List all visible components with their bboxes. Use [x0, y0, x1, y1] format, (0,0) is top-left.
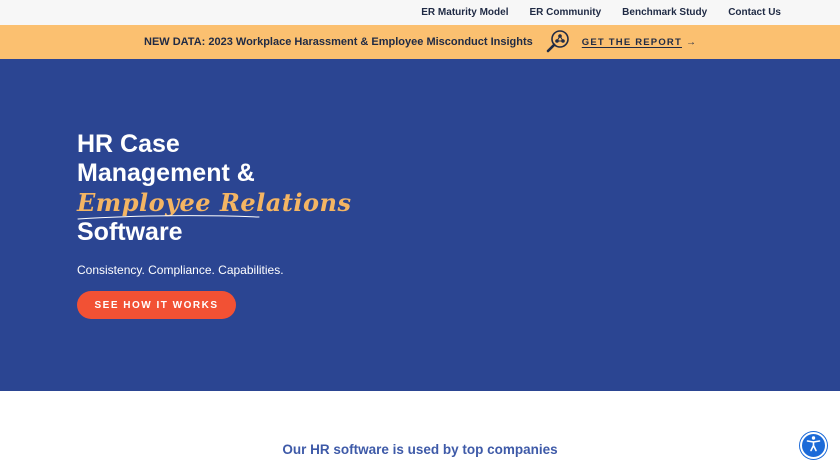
magnifier-network-icon: [545, 29, 571, 55]
hero-section: HR Case Management & Employee Relations …: [0, 59, 840, 391]
clients-heading: Our HR software is used by top companies: [282, 442, 558, 457]
hero-title-script-text: Employee Relations: [77, 188, 352, 217]
accessibility-icon: [805, 435, 822, 457]
accessibility-button[interactable]: [800, 432, 827, 459]
hero-title-line1: HR Case: [77, 130, 180, 158]
arrow-right-icon: →: [685, 36, 696, 48]
nav-link-contact-us[interactable]: Contact Us: [728, 7, 781, 18]
see-how-it-works-button[interactable]: SEE HOW IT WORKS: [77, 291, 236, 319]
hero-title-script: Employee Relations: [77, 188, 352, 220]
hero-title-line2: Management &: [77, 159, 255, 187]
top-nav: ER Maturity Model ER Community Benchmark…: [0, 0, 840, 25]
announcement-banner: NEW DATA: 2023 Workplace Harassment & Em…: [0, 25, 840, 59]
hero-title-line4: Software: [77, 218, 183, 246]
banner-text: NEW DATA: 2023 Workplace Harassment & Em…: [144, 36, 533, 48]
nav-link-er-maturity-model[interactable]: ER Maturity Model: [421, 7, 508, 18]
hero-subtitle: Consistency. Compliance. Capabilities.: [77, 263, 284, 277]
nav-link-er-community[interactable]: ER Community: [530, 7, 602, 18]
nav-link-benchmark-study[interactable]: Benchmark Study: [622, 7, 707, 18]
hero-title: HR Case Management & Employee Relations …: [77, 130, 352, 247]
underline-swoosh: [77, 215, 260, 220]
get-report-link[interactable]: GET THE REPORT: [582, 37, 682, 48]
